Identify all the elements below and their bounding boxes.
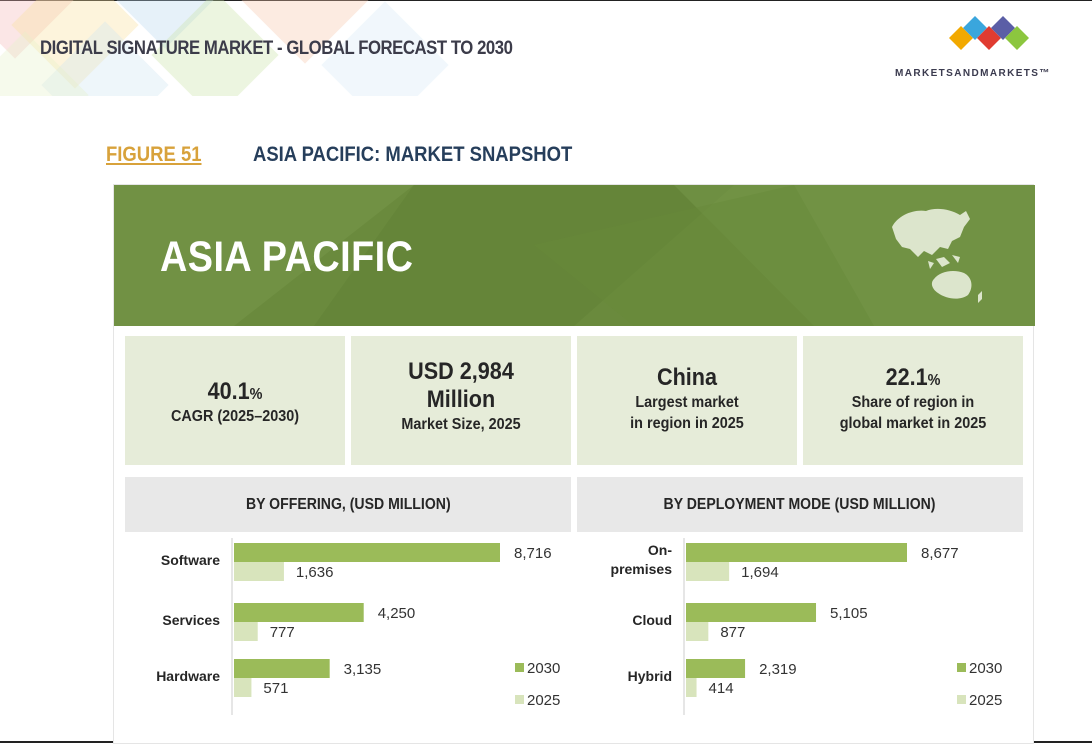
bar-2030-0 xyxy=(234,543,500,562)
bar-2030-2 xyxy=(686,659,746,678)
bar-2025-1 xyxy=(686,622,709,641)
marketsandmarkets-logo: MARKETSANDMARKETS™ xyxy=(895,14,1080,84)
kpi-largest-market-caption-1: Largest market xyxy=(635,394,739,411)
kpi-cagr-caption: CAGR (2025–2030) xyxy=(170,408,300,425)
figure-title: ASIA PACIFIC: MARKET SNAPSHOT xyxy=(253,143,573,166)
bar-2025-2 xyxy=(686,678,697,697)
region-banner: ASIA PACIFIC xyxy=(114,185,1035,326)
offering-chart-title: BY OFFERING, (USD MILLION) xyxy=(125,477,571,532)
data-label-2025-1: 877 xyxy=(720,624,745,641)
kpi-cagr: 40.1% CAGR (2025–2030) xyxy=(125,336,345,465)
snapshot-panel: ASIA PACIFIC 40.1% CAGR (2025–2030) USD … xyxy=(113,184,1035,745)
asia-pacific-map-icon xyxy=(892,208,982,303)
deployment-chart-title: BY DEPLOYMENT MODE (USD MILLION) xyxy=(577,477,1023,532)
category-label-1: Cloud xyxy=(632,612,672,628)
data-label-2030-1: 5,105 xyxy=(830,605,868,622)
data-label-2025-0: 1,636 xyxy=(296,564,334,581)
kpi-largest-market-value: China xyxy=(656,364,717,391)
kpi-largest-market-caption-2: in region in 2025 xyxy=(630,415,744,432)
bar-2030-1 xyxy=(686,603,817,622)
data-label-2025-0: 1,694 xyxy=(741,564,779,581)
data-label-2030-0: 8,716 xyxy=(514,545,552,562)
data-label-2030-2: 2,319 xyxy=(759,661,797,678)
legend-swatch-2025 xyxy=(957,695,966,704)
bar-2030-1 xyxy=(234,603,364,622)
logo-diamonds-icon xyxy=(949,16,1029,50)
data-label-2025-1: 777 xyxy=(270,624,295,641)
bar-2025-0 xyxy=(686,562,730,581)
kpi-market-size-unit: Million xyxy=(426,386,496,413)
category-label-2: Hybrid xyxy=(628,668,672,684)
kpi-market-size: USD 2,984 Million Market Size, 2025 xyxy=(351,336,571,465)
data-label-2025-2: 571 xyxy=(263,680,288,697)
deployment-bar-chart: 8,677 1,694 On-premises 5,105 877 Cloud 2,319 4… xyxy=(577,538,1023,745)
legend-label-2025: 2025 xyxy=(969,692,1002,709)
data-label-2030-1: 4,250 xyxy=(378,605,416,622)
kpi-region-share-caption-2: global market in 2025 xyxy=(839,415,987,432)
legend-label-2030: 2030 xyxy=(969,660,1002,677)
bar-2025-0 xyxy=(234,562,284,581)
kpi-cagr-value: 40.1% xyxy=(207,378,263,405)
category-label-0: On- xyxy=(648,542,672,558)
figure-label: FIGURE 51 xyxy=(106,143,202,166)
bar-2025-2 xyxy=(234,678,252,697)
logo-text: MARKETSANDMARKETS™ xyxy=(895,68,1051,79)
offering-bar-chart: 8,716 1,636 Software 4,250 777 Services 3,135 5… xyxy=(125,538,571,745)
legend-swatch-2030 xyxy=(515,663,524,672)
kpi-region-share-value: 22.1% xyxy=(885,364,941,391)
region-title: ASIA PACIFIC xyxy=(160,233,414,281)
data-label-2030-2: 3,135 xyxy=(344,661,382,678)
kpi-region-share-caption-1: Share of region in xyxy=(851,394,975,411)
legend-swatch-2030 xyxy=(957,663,966,672)
bar-2030-0 xyxy=(686,543,907,562)
bar-2030-2 xyxy=(234,659,330,678)
kpi-region-share: 22.1% Share of region in global market i… xyxy=(803,336,1023,465)
legend-label-2025: 2025 xyxy=(527,692,560,709)
kpi-largest-market: China Largest market in region in 2025 xyxy=(577,336,797,465)
data-label-2025-2: 414 xyxy=(709,680,734,697)
data-label-2030-0: 8,677 xyxy=(921,545,959,562)
legend-swatch-2025 xyxy=(515,695,524,704)
kpi-market-size-value: USD 2,984 xyxy=(408,358,514,385)
category-label-2: Hardware xyxy=(156,668,220,684)
header-title: DIGITAL SIGNATURE MARKET - GLOBAL FORECA… xyxy=(40,38,513,59)
category-label-0: premises xyxy=(611,561,673,577)
kpi-market-size-caption: Market Size, 2025 xyxy=(401,416,521,433)
category-label-1: Services xyxy=(162,612,220,628)
bar-2025-1 xyxy=(234,622,258,641)
category-label-0: Software xyxy=(161,552,220,568)
legend-label-2030: 2030 xyxy=(527,660,560,677)
